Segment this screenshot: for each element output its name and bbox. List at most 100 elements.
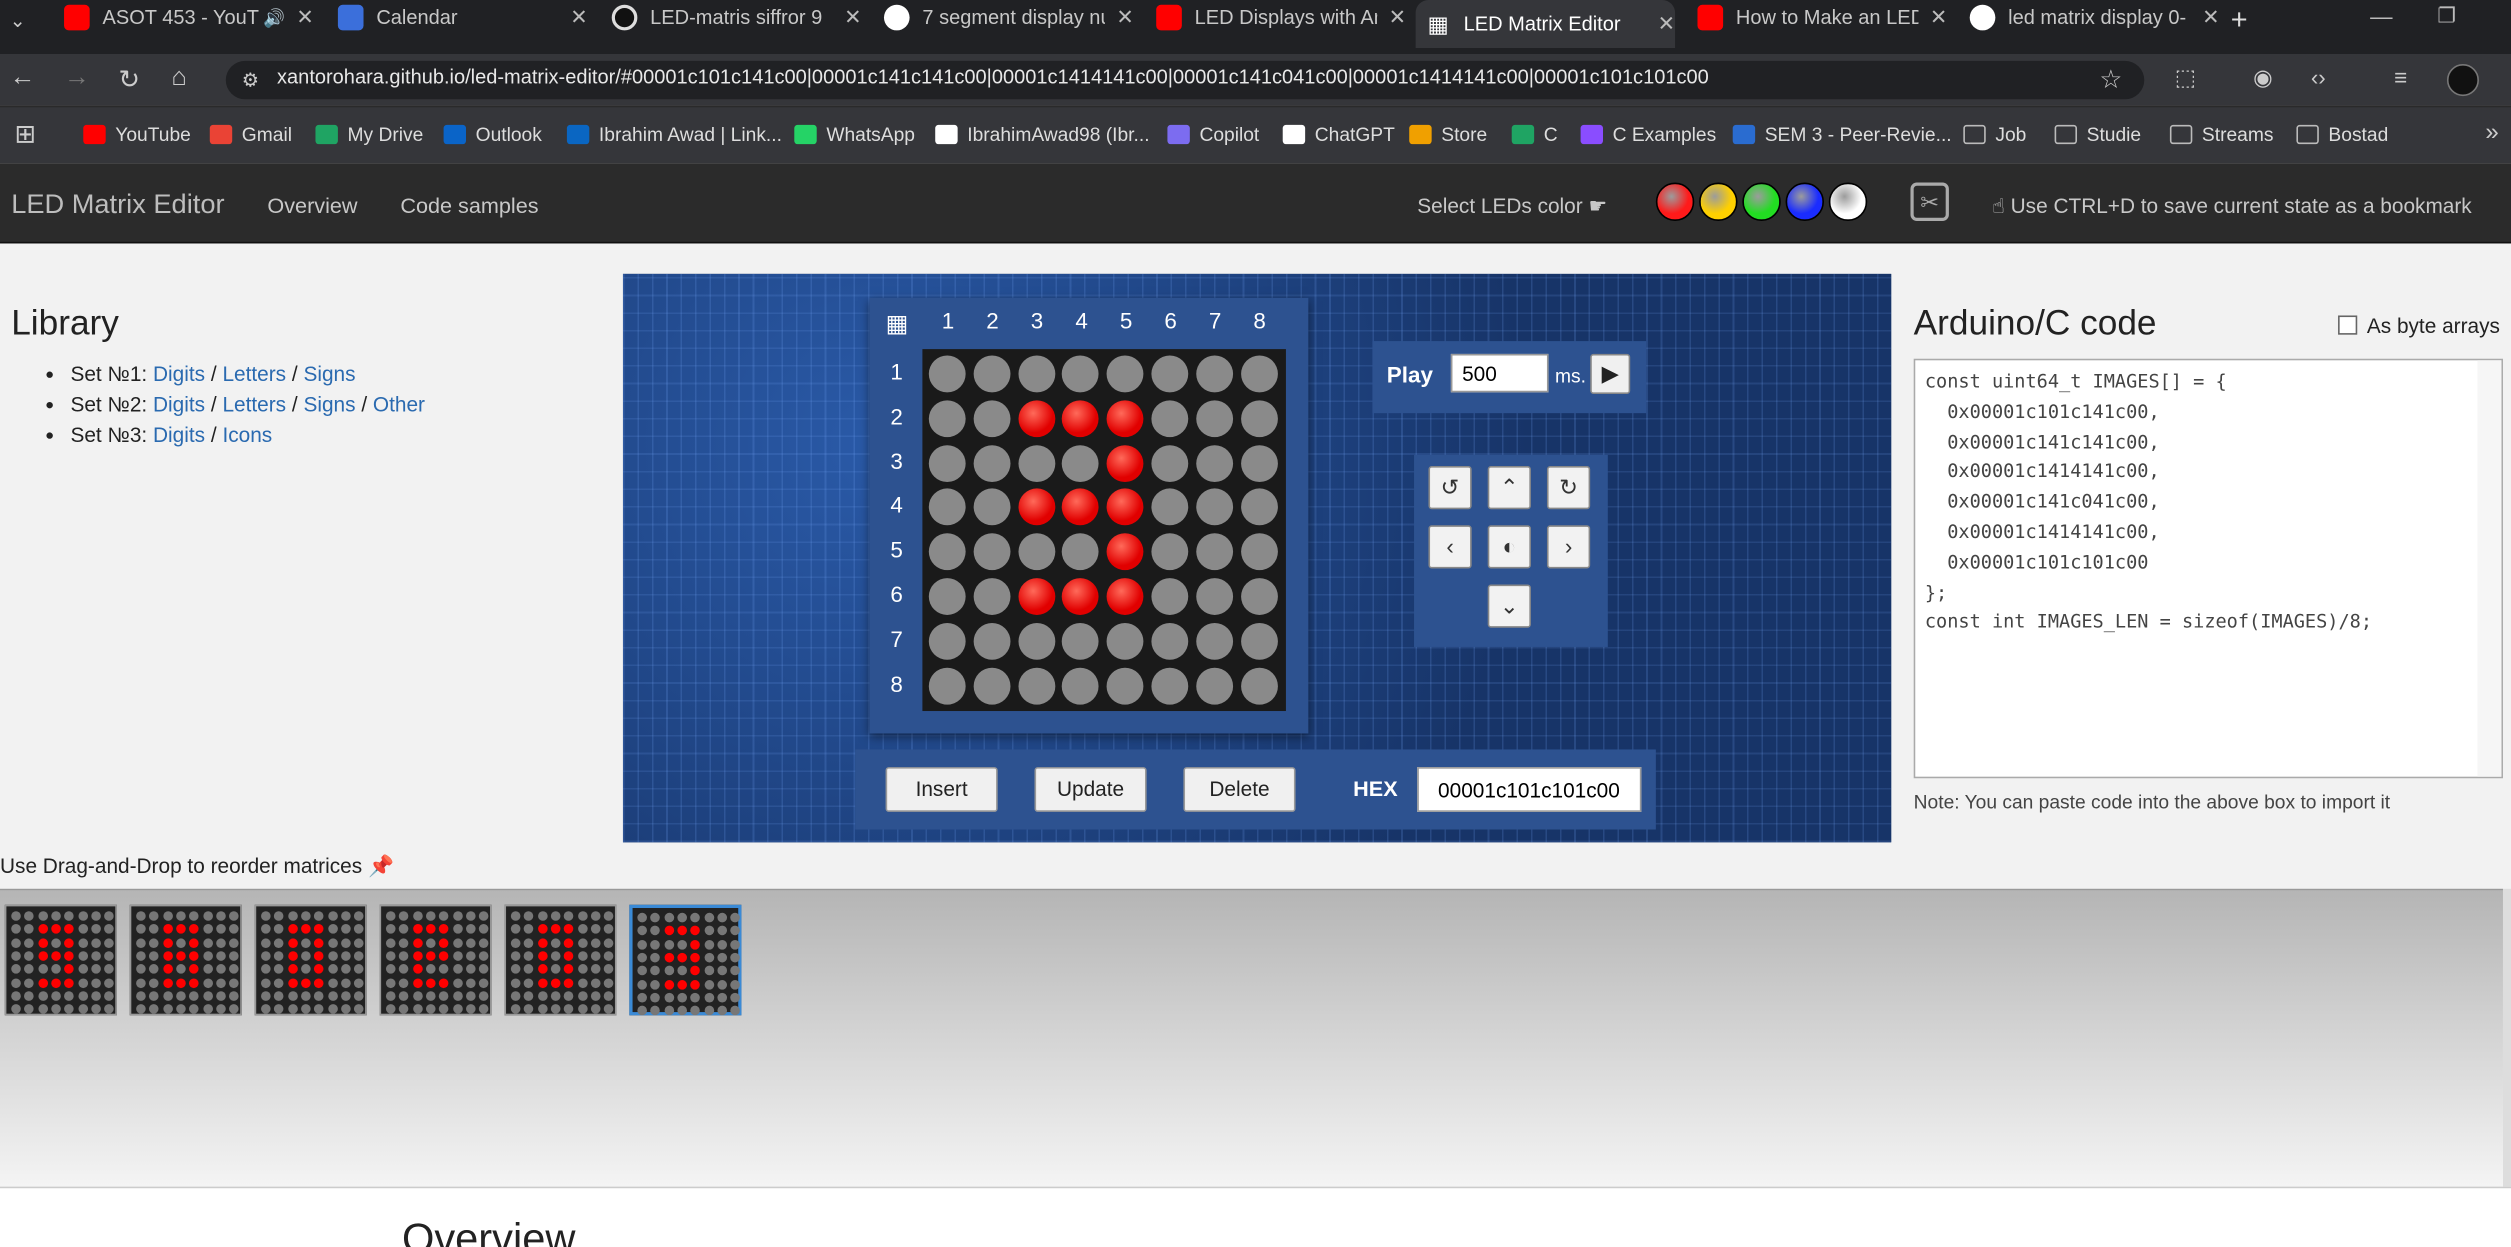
- led-r2-c3[interactable]: [1017, 400, 1055, 437]
- bookmark-1[interactable]: Gmail: [209, 123, 292, 146]
- byte-arrays-checkbox[interactable]: [2338, 315, 2358, 335]
- led-r4-c1[interactable]: [928, 489, 966, 526]
- row-number[interactable]: 1: [890, 359, 902, 385]
- led-r8-c1[interactable]: [928, 667, 966, 704]
- led-r7-c5[interactable]: [1106, 622, 1144, 660]
- led-r5-c2[interactable]: [973, 533, 1011, 571]
- led-r4-c5[interactable]: [1106, 489, 1144, 526]
- led-r7-c3[interactable]: [1017, 622, 1055, 660]
- invert-button[interactable]: ◐: [1487, 525, 1531, 569]
- tab-0[interactable]: ASOT 453 - YouT 🔊 ✕: [54, 0, 314, 35]
- incognito-icon[interactable]: ◉: [2253, 64, 2273, 91]
- column-number[interactable]: 8: [1244, 307, 1276, 333]
- hex-input[interactable]: [1417, 767, 1642, 812]
- led-r8-c6[interactable]: [1151, 667, 1189, 704]
- bookmark-2[interactable]: My Drive: [315, 123, 423, 146]
- bookmark-13[interactable]: Job: [1963, 123, 2026, 146]
- library-link-digits[interactable]: Digits: [153, 392, 205, 416]
- led-r3-c5[interactable]: [1106, 444, 1144, 482]
- shift-down-button[interactable]: ⌄: [1487, 584, 1531, 628]
- led-r1-c4[interactable]: [1062, 355, 1100, 393]
- row-number[interactable]: 5: [890, 537, 902, 563]
- delete-button[interactable]: Delete: [1183, 767, 1296, 812]
- new-tab-button[interactable]: +: [2231, 3, 2248, 37]
- tab-search-icon[interactable]: ⌄: [10, 10, 26, 32]
- led-r7-c7[interactable]: [1195, 622, 1233, 660]
- led-r8-c5[interactable]: [1106, 667, 1144, 704]
- library-link-signs[interactable]: Signs: [303, 362, 355, 386]
- close-tab-icon[interactable]: ✕: [1116, 5, 1133, 31]
- rotate-left-button[interactable]: ↺: [1428, 466, 1472, 510]
- page-scrollbar[interactable]: [2502, 888, 2511, 1187]
- row-number[interactable]: 7: [890, 626, 902, 652]
- more-bookmarks-icon[interactable]: »: [2485, 119, 2498, 146]
- extensions-icon[interactable]: ⬚: [2175, 64, 2196, 91]
- apps-grid-icon[interactable]: ⊞: [14, 119, 35, 151]
- led-r1-c1[interactable]: [928, 355, 966, 393]
- bookmark-6[interactable]: IbrahimAwad98 (Ibr...: [935, 123, 1150, 146]
- led-color-4[interactable]: [1828, 182, 1868, 221]
- led-r8-c2[interactable]: [973, 667, 1011, 704]
- bookmark-5[interactable]: WhatsApp: [794, 123, 915, 146]
- tab-2[interactable]: LED-matris siffror 9 ✕: [602, 0, 862, 35]
- column-number[interactable]: 7: [1199, 307, 1231, 333]
- tab-3[interactable]: 7 segment display nu ✕: [874, 0, 1134, 35]
- led-r1-c7[interactable]: [1195, 355, 1233, 393]
- led-r4-c4[interactable]: [1062, 489, 1100, 526]
- interval-input[interactable]: [1450, 353, 1549, 393]
- close-tab-icon[interactable]: ✕: [2202, 5, 2219, 31]
- rotate-right-button[interactable]: ↻: [1546, 466, 1591, 510]
- led-r7-c1[interactable]: [928, 622, 966, 660]
- app-brand[interactable]: LED Matrix Editor: [11, 189, 224, 221]
- led-r5-c3[interactable]: [1017, 533, 1055, 571]
- bookmark-14[interactable]: Studie: [2054, 123, 2141, 146]
- led-r1-c5[interactable]: [1106, 355, 1144, 393]
- led-r8-c4[interactable]: [1062, 667, 1100, 704]
- bookmark-11[interactable]: C Examples: [1580, 123, 1716, 146]
- library-link-icons[interactable]: Icons: [222, 423, 272, 447]
- led-r6-c3[interactable]: [1017, 578, 1055, 615]
- led-r6-c1[interactable]: [928, 578, 966, 615]
- row-number[interactable]: 2: [890, 403, 902, 429]
- tab-1[interactable]: Calendar ✕: [328, 0, 588, 35]
- library-link-signs[interactable]: Signs: [303, 392, 355, 416]
- led-r8-c3[interactable]: [1017, 667, 1055, 704]
- led-color-3[interactable]: [1785, 182, 1824, 221]
- bookmark-4[interactable]: Ibrahim Awad | Link...: [566, 123, 782, 146]
- column-number[interactable]: 2: [977, 307, 1009, 333]
- led-r4-c3[interactable]: [1017, 489, 1055, 526]
- shift-left-button[interactable]: ‹: [1428, 525, 1472, 569]
- led-r7-c8[interactable]: [1240, 622, 1278, 660]
- tab-4[interactable]: LED Displays with Ar ✕: [1147, 0, 1406, 35]
- led-r6-c8[interactable]: [1240, 578, 1278, 615]
- row-number[interactable]: 6: [890, 581, 902, 607]
- matrix-thumbnail-2[interactable]: [129, 904, 242, 1016]
- tab-5[interactable]: ▦ LED Matrix Editor ✕: [1415, 0, 1676, 49]
- matrix-thumbnail-6[interactable]: [629, 904, 742, 1016]
- led-r5-c7[interactable]: [1195, 533, 1233, 571]
- led-r2-c1[interactable]: [928, 400, 966, 437]
- bookmark-15[interactable]: Streams: [2169, 123, 2273, 146]
- led-r1-c6[interactable]: [1151, 355, 1189, 393]
- play-button[interactable]: ▶: [1590, 353, 1631, 394]
- led-r3-c6[interactable]: [1151, 444, 1189, 482]
- bookmark-star-icon[interactable]: ☆: [2099, 64, 2122, 96]
- column-number[interactable]: 6: [1155, 307, 1187, 333]
- led-r6-c2[interactable]: [973, 578, 1011, 615]
- led-r7-c2[interactable]: [973, 622, 1011, 660]
- led-r3-c1[interactable]: [928, 444, 966, 482]
- column-number[interactable]: 1: [932, 307, 964, 333]
- home-icon[interactable]: ⌂: [171, 64, 186, 93]
- led-r7-c6[interactable]: [1151, 622, 1189, 660]
- led-r5-c4[interactable]: [1062, 533, 1100, 571]
- url-text[interactable]: xantorohara.github.io/led-matrix-editor/…: [277, 66, 1709, 88]
- shift-up-button[interactable]: ⌃: [1487, 466, 1531, 510]
- led-r3-c7[interactable]: [1195, 444, 1233, 482]
- close-tab-icon[interactable]: ✕: [1389, 5, 1406, 31]
- close-tab-icon[interactable]: ✕: [296, 5, 313, 31]
- row-number[interactable]: 8: [890, 670, 902, 696]
- led-r1-c2[interactable]: [973, 355, 1011, 393]
- row-number[interactable]: 3: [890, 448, 902, 474]
- window-restore-icon[interactable]: ❐: [2437, 3, 2456, 29]
- led-r3-c2[interactable]: [973, 444, 1011, 482]
